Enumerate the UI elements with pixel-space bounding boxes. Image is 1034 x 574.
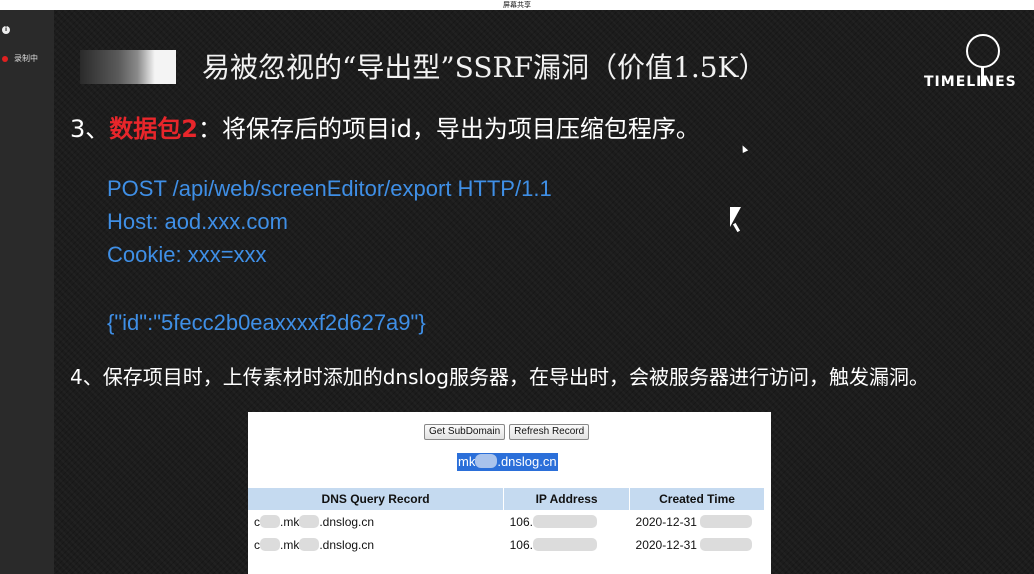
redaction-blur <box>700 537 753 551</box>
subdomain-value[interactable]: mk .dnslog.cn <box>457 453 558 471</box>
dns-records-table: DNS Query Record IP Address Created Time… <box>248 488 765 556</box>
redaction-blur <box>299 514 320 528</box>
header-dns-query: DNS Query Record <box>248 488 505 510</box>
step-4-text: 4、保存项目时，上传素材时添加的dnslog服务器，在导出时，会被服务器进行访问… <box>70 365 930 389</box>
logo-circle-icon <box>966 34 1000 68</box>
table-row: c .mk .dnslog.cn 106. 2020-12-31 <box>248 533 765 556</box>
window-title: 屏幕共享 <box>0 0 1034 10</box>
table-row: c .mk .dnslog.cn 106. 2020-12-31 <box>248 510 765 533</box>
subdomain-prefix: mk <box>458 454 476 469</box>
redaction-blur <box>260 537 280 551</box>
get-subdomain-button[interactable]: Get SubDomain <box>424 424 506 440</box>
redaction-blur <box>532 514 597 528</box>
dnslog-screenshot: Get SubDomain Refresh Record mk .dnslog.c… <box>248 412 771 574</box>
presentation-slide: 易被忽视的“导出型”SSRF漏洞（价值1.5K） TIMELINES 3、数据包… <box>54 10 1034 574</box>
ip-cell: 106. <box>504 510 630 533</box>
redaction-blur <box>299 537 320 551</box>
cookie-line: Cookie: xxx=xxx <box>107 242 267 267</box>
subdomain-suffix: .dnslog.cn <box>497 454 557 469</box>
time-cell: 2020-12-31 <box>630 533 765 556</box>
step-3-highlight: 数据包2 <box>109 115 198 143</box>
time-cell: 2020-12-31 <box>630 510 765 533</box>
title-decoration-block <box>80 50 176 84</box>
small-cursor-icon <box>739 144 749 153</box>
ip-cell: 106. <box>504 533 630 556</box>
header-ip-address: IP Address <box>503 488 631 510</box>
step-3-rest: ：将保存后的项目id，导出为项目压缩包程序。 <box>197 115 700 143</box>
recording-indicator[interactable]: 录制中 <box>2 53 38 64</box>
table-header-row: DNS Query Record IP Address Created Time <box>248 488 765 510</box>
redaction-blur <box>475 454 498 468</box>
json-body-line: {"id":"5fecc2b0eaxxxxf2d627a9"} <box>107 310 426 335</box>
left-rail: i 录制中 <box>0 10 54 574</box>
slide-title: 易被忽视的“导出型”SSRF漏洞（价值1.5K） <box>202 51 767 84</box>
step-3-text: 3、数据包2：将保存后的项目id，导出为项目压缩包程序。 <box>70 112 700 146</box>
dns-query-cell: c .mk .dnslog.cn <box>254 537 375 552</box>
dnslog-buttons: Get SubDomain Refresh Record <box>424 424 590 440</box>
redaction-blur <box>260 514 280 528</box>
record-dot-icon <box>2 55 8 62</box>
logo-text: TIMELINES <box>924 74 1017 90</box>
redaction-blur <box>532 537 597 551</box>
refresh-record-button[interactable]: Refresh Record <box>509 424 590 440</box>
request-line: POST /api/web/screenEditor/export HTTP/1… <box>107 176 552 201</box>
step-3-prefix: 3、 <box>70 115 110 143</box>
recording-label: 录制中 <box>14 54 38 63</box>
redaction-blur <box>700 514 753 528</box>
http-request-block: POST /api/web/screenEditor/export HTTP/1… <box>107 172 552 271</box>
timelines-logo: TIMELINES <box>924 32 1034 102</box>
header-created-time: Created Time <box>629 488 765 510</box>
host-line: Host: aod.xxx.com <box>107 209 288 234</box>
dns-query-cell: c .mk .dnslog.cn <box>254 514 375 529</box>
info-icon[interactable]: i <box>2 26 10 34</box>
